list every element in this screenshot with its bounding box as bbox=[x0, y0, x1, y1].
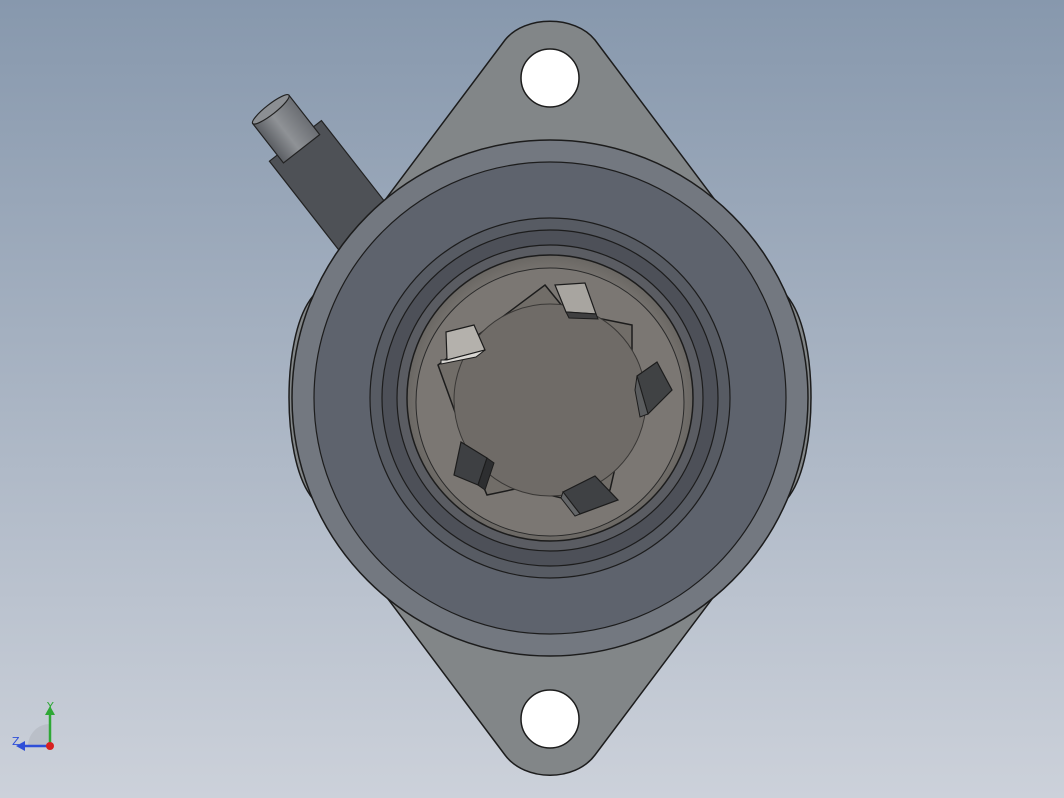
coordinate-triad[interactable]: Y Z bbox=[8, 698, 68, 758]
origin-icon bbox=[46, 742, 54, 750]
model-canvas[interactable] bbox=[0, 0, 1064, 798]
cad-viewport[interactable] bbox=[0, 0, 1064, 798]
z-axis-label: Z bbox=[12, 735, 20, 748]
bolt-hole-bottom bbox=[520, 689, 580, 749]
y-axis-label: Y bbox=[46, 700, 54, 713]
bolt-hole-top bbox=[520, 48, 580, 108]
